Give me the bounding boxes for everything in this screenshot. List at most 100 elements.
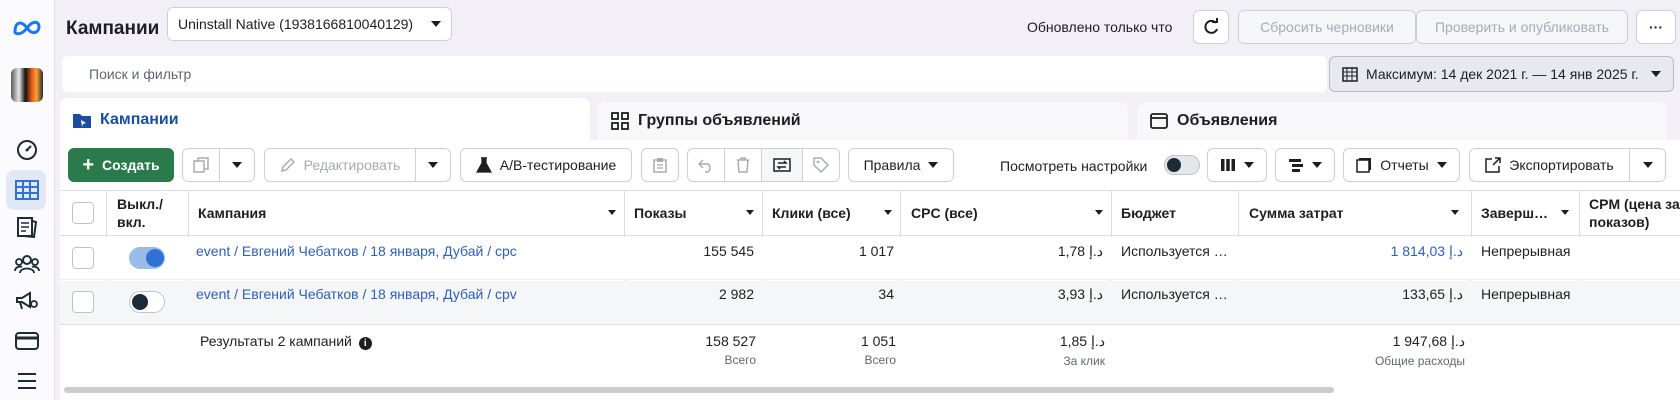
totals-label: Результаты 2 кампаний i (200, 333, 372, 350)
account-avatar[interactable] (11, 68, 43, 102)
duplicate-button[interactable] (182, 148, 220, 182)
breakdown-button[interactable] (1275, 148, 1335, 182)
tag-icon (813, 157, 829, 173)
folder-icon (73, 114, 91, 128)
select-all-checkbox[interactable] (72, 202, 94, 224)
view-settings-label: Посмотреть настройки (1000, 158, 1148, 174)
undo-button[interactable] (687, 148, 725, 182)
horizontal-scrollbar[interactable] (64, 387, 1334, 393)
chevron-down-icon (431, 21, 441, 27)
cpc-value: 3,93 د.إ (1057, 286, 1103, 302)
tab-campaigns[interactable]: Кампании (60, 98, 590, 142)
toggle-knob (146, 249, 164, 267)
date-range-picker[interactable]: Максимум: 14 дек 2021 г. — 14 янв 2025 г… (1329, 56, 1674, 92)
export-icon (1485, 157, 1502, 173)
col-header-cpc-label: CPC (все) (911, 205, 978, 221)
ab-test-button[interactable]: A/B-тестирование (460, 148, 632, 182)
chevron-down-icon (1244, 162, 1254, 168)
pages-icon[interactable] (14, 214, 40, 240)
create-button[interactable]: + Создать (68, 148, 174, 182)
billing-card-icon[interactable] (14, 328, 40, 354)
row-checkbox[interactable] (72, 291, 94, 313)
discard-drafts-button[interactable]: Сбросить черновики (1238, 10, 1416, 44)
budget-value: Используется … (1121, 243, 1228, 259)
more-options-button[interactable]: ··· (1636, 10, 1676, 44)
table-grid-icon[interactable] (14, 177, 40, 203)
impressions-value: 155 545 (703, 243, 754, 259)
chevron-down-icon (1651, 71, 1661, 77)
sort-icon (1095, 210, 1103, 215)
tag-button[interactable] (802, 148, 840, 182)
col-header-onoff[interactable]: Выкл./ вкл. (117, 190, 187, 236)
account-select[interactable]: Uninstall Native (1938166810040129) (167, 7, 452, 41)
clipboard-button[interactable] (641, 148, 679, 182)
campaign-name-link[interactable]: event / Евгений Чебатков / 18 января, Ду… (196, 286, 517, 302)
sort-icon (1451, 210, 1459, 215)
col-header-end-label: Заверш… (1481, 205, 1548, 221)
plus-icon: + (82, 154, 95, 176)
col-header-clicks[interactable]: Клики (все) (772, 190, 900, 236)
tab-ads[interactable]: Объявления (1137, 102, 1667, 140)
reports-button[interactable]: Отчеты (1343, 148, 1460, 182)
rules-button[interactable]: Правила (848, 148, 954, 182)
col-header-impressions[interactable]: Показы (634, 190, 762, 236)
col-header-campaign[interactable]: Кампания (198, 190, 624, 236)
end-value: Непрерывная (1481, 243, 1571, 259)
col-header-end[interactable]: Заверш… (1481, 190, 1577, 236)
sort-icon (1561, 210, 1569, 215)
edit-button[interactable]: Редактировать (264, 148, 416, 182)
col-header-clicks-label: Клики (все) (772, 205, 851, 221)
refresh-button[interactable] (1193, 10, 1229, 44)
clicks-value: 34 (878, 286, 894, 302)
reports-label: Отчеты (1380, 157, 1429, 173)
breakdown-icon (1289, 159, 1303, 172)
columns-button[interactable] (1207, 148, 1267, 182)
spend-value-link[interactable]: 1 814,03 د.إ (1249, 243, 1463, 260)
totals-impressions: 158 527 Всего (634, 333, 756, 367)
col-header-cpc[interactable]: CPC (все) (911, 190, 1111, 236)
reports-icon (1356, 158, 1372, 173)
col-header-spend[interactable]: Сумма затрат (1249, 190, 1467, 236)
calendar-icon (1342, 67, 1358, 82)
edit-dropdown-button[interactable] (415, 148, 451, 182)
delete-button[interactable] (724, 148, 762, 182)
info-icon[interactable]: i (358, 337, 372, 350)
audience-people-icon[interactable] (14, 251, 40, 277)
megaphone-settings-icon[interactable] (14, 288, 40, 314)
impressions-value: 2 982 (718, 286, 754, 302)
rules-label: Правила (863, 157, 921, 173)
toggle-knob (132, 294, 148, 310)
menu-hamburger-icon[interactable] (14, 368, 40, 394)
meta-logo-icon[interactable] (12, 14, 42, 40)
totals-impressions-value: 158 527 (705, 333, 756, 349)
col-header-budget[interactable]: Бюджет (1121, 190, 1231, 236)
view-settings-toggle[interactable] (1164, 155, 1200, 175)
chevron-down-icon (1436, 162, 1447, 168)
page-title: Кампании (66, 18, 160, 39)
search-filter-input[interactable]: Поиск и фильтр (62, 56, 1327, 92)
pencil-icon (280, 157, 295, 173)
totals-label-text: Результаты 2 кампаний (200, 333, 352, 349)
tab-ad-sets-label: Группы объявлений (638, 112, 801, 129)
duplicate-dropdown-button[interactable] (219, 148, 255, 182)
dashboard-gauge-icon[interactable] (14, 137, 40, 163)
row-checkbox[interactable] (72, 247, 94, 269)
review-publish-button[interactable]: Проверить и опубликовать (1416, 10, 1628, 44)
edit-button-label: Редактировать (303, 157, 401, 173)
chevron-down-icon (428, 162, 438, 168)
campaign-toggle[interactable] (129, 291, 165, 313)
create-button-label: Создать (102, 157, 160, 173)
tab-ad-sets[interactable]: Группы объявлений (598, 102, 1128, 140)
campaign-toggle[interactable] (129, 247, 165, 269)
chevron-down-icon (1642, 162, 1653, 168)
col-header-cpm[interactable]: CPM (цена за показов) (1589, 190, 1680, 236)
ad-window-icon (1150, 113, 1168, 129)
campaign-name-link[interactable]: event / Евгений Чебатков / 18 января, Ду… (196, 243, 517, 259)
col-header-spend-label: Сумма затрат (1249, 205, 1344, 221)
export-dropdown-button[interactable] (1629, 148, 1666, 182)
account-select-value: Uninstall Native (1938166810040129) (178, 16, 414, 32)
export-button[interactable]: Экспортировать (1469, 148, 1630, 182)
totals-cpc-value: 1,85 د.إ (1059, 333, 1105, 349)
compare-button[interactable] (761, 148, 803, 182)
col-header-campaign-label: Кампания (198, 205, 267, 221)
